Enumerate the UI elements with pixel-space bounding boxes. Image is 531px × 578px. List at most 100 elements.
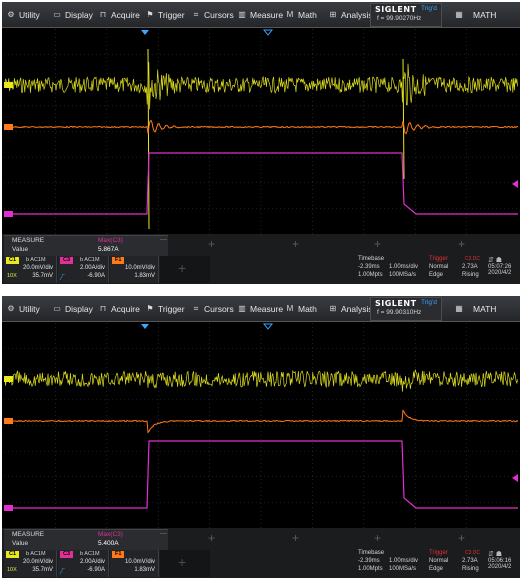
cursor-icon: ⌗ — [193, 9, 199, 19]
math-f1-tag: F1 — [112, 551, 125, 558]
trigger-level-marker[interactable] — [512, 474, 518, 482]
channel-1-scale: 20.0mV/div — [22, 265, 53, 271]
trigger-status: Trig'd — [421, 299, 437, 306]
graticule — [4, 323, 518, 528]
add-measure-icon[interactable]: + — [208, 531, 215, 545]
timebase-scale[interactable]: 1.00ms/div — [389, 264, 418, 270]
clock: 05:06:16 2020/4/2 — [488, 558, 511, 570]
add-channel-icon: + — [178, 554, 187, 570]
menu-bar: ⚙ Utility ▭ Display ⊓ Acquire ⚑ Trigger ⌗ Cur… — [2, 296, 520, 322]
menu-trigger[interactable]: ⚑ Trigger — [145, 296, 184, 321]
menu-measure-label: Measure — [250, 9, 284, 20]
wrench-icon: ⚙ — [7, 304, 15, 313]
menu-display[interactable]: ▭ Display — [52, 296, 93, 321]
timebase-delay[interactable]: -2.39ms — [358, 558, 380, 564]
clock-date: 2020/4/2 — [488, 564, 512, 570]
status-bar: MEASURE Max(C3) Value 5.400A — + + + + C… — [2, 528, 520, 578]
close-icon[interactable]: — — [160, 530, 167, 537]
trigger-mode[interactable]: Normal — [429, 558, 448, 564]
menu-math-label: Math — [298, 9, 317, 20]
menu-measure[interactable]: ▥ Measure — [237, 296, 283, 321]
measure-panel[interactable]: MEASURE Max(C3) Value 5.867A — — [4, 235, 168, 256]
math-icon: M — [286, 304, 294, 313]
menu-math-right[interactable]: ▦ MATH — [454, 296, 496, 321]
grid-icon: ▦ — [455, 10, 463, 19]
delay-marker[interactable] — [262, 323, 274, 330]
waveform-icon: ∕‾ — [61, 275, 65, 282]
menu-utility[interactable]: ⚙ Utility — [6, 296, 39, 321]
trigger-slope[interactable]: Rising — [462, 272, 479, 278]
trigger-position-marker[interactable] — [141, 324, 149, 329]
trigger-source: C3 DC — [465, 256, 481, 262]
menu-acquire[interactable]: ⊓ Acquire — [98, 296, 140, 321]
channel-1-panel[interactable]: C1 b AC1M 20.0mV/div 10X 35.7mV — [4, 256, 57, 283]
add-channel-box[interactable]: + — [160, 550, 210, 577]
clock-date: 2020/4/2 — [488, 270, 512, 276]
clock: 05:07:26 2020/4/2 — [488, 264, 511, 276]
channel-3-coupling: b AC1M — [80, 257, 100, 263]
math-f1-scale: 10.0mV/div — [124, 265, 155, 271]
add-measure-icon[interactable]: + — [292, 531, 299, 545]
add-channel-box[interactable]: + — [160, 256, 210, 283]
channel-3-coupling: b AC1M — [80, 551, 100, 557]
graticule — [4, 29, 518, 234]
brand-logo: SIGLENT — [375, 299, 417, 308]
channel-1-panel[interactable]: C1 b AC1M 20.0mV/div 10X 35.7mV — [4, 550, 57, 577]
menu-utility[interactable]: ⚙ Utility — [6, 2, 39, 27]
math-f1-scale: 10.0mV/div — [124, 559, 155, 565]
math-f1-marker[interactable] — [4, 124, 13, 130]
trigger-source: C3 DC — [465, 550, 481, 556]
add-measure-icon[interactable]: + — [292, 237, 299, 251]
trigger-title: Trigger — [429, 256, 448, 262]
measure-panel[interactable]: MEASURE Max(C3) Value 5.400A — — [4, 529, 168, 550]
channel-3-panel[interactable]: C3 b AC1M 2.00A/div ∕‾ -6.90A — [58, 256, 109, 283]
trigger-level[interactable]: 2.73A — [462, 264, 478, 270]
cursor-icon: ⌗ — [193, 303, 199, 313]
trigger-level-marker[interactable] — [512, 180, 518, 188]
menu-cursors[interactable]: ⌗ Cursors — [191, 296, 234, 321]
close-icon[interactable]: — — [160, 236, 167, 243]
channel-1-marker[interactable] — [4, 376, 13, 382]
trigger-frequency: f = 99.90310Hz — [377, 309, 422, 316]
menu-measure[interactable]: ▥ Measure — [237, 2, 283, 27]
trigger-type[interactable]: Edge — [429, 566, 443, 572]
menu-analysis[interactable]: ⊞ Analysis — [328, 296, 373, 321]
menu-trigger[interactable]: ⚑ Trigger — [145, 2, 184, 27]
math-f1-marker[interactable] — [4, 418, 13, 424]
math-f1-panel[interactable]: F1 10.0mV/div 1.83mV — [110, 256, 159, 283]
channel-3-panel[interactable]: C3 b AC1M 2.00A/div ∕‾ -6.90A — [58, 550, 109, 577]
channel-3-marker[interactable] — [4, 211, 13, 217]
menu-math-right[interactable]: ▦ MATH — [454, 2, 496, 27]
menu-math[interactable]: M Math — [285, 2, 317, 27]
timebase-scale[interactable]: 1.00ms/div — [389, 558, 418, 564]
bar-chart-icon: ▥ — [238, 10, 246, 19]
add-measure-icon[interactable]: + — [208, 237, 215, 251]
trigger-slope[interactable]: Rising — [462, 566, 479, 572]
channel-1-marker[interactable] — [4, 82, 13, 88]
menu-bar: ⚙ Utility ▭ Display ⊓ Acquire ⚑ Trigger ⌗ Cur… — [2, 2, 520, 28]
add-measure-icon[interactable]: + — [458, 531, 465, 545]
menu-cursors[interactable]: ⌗ Cursors — [191, 2, 234, 27]
menu-acquire[interactable]: ⊓ Acquire — [98, 2, 140, 27]
measure-source: Max(C3) — [98, 237, 123, 244]
menu-analysis-label: Analysis — [341, 303, 373, 314]
sample-rate: 100MSa/s — [389, 566, 417, 572]
menu-analysis[interactable]: ⊞ Analysis — [328, 2, 373, 27]
math-f1-panel[interactable]: F1 10.0mV/div 1.83mV — [110, 550, 159, 577]
channel-3-offset: -6.90A — [87, 567, 105, 573]
analysis-icon: ⊞ — [329, 10, 337, 19]
menu-math[interactable]: M Math — [285, 296, 317, 321]
add-measure-icon[interactable]: + — [374, 531, 381, 545]
add-measure-icon[interactable]: + — [458, 237, 465, 251]
menu-display[interactable]: ▭ Display — [52, 2, 93, 27]
sample-rate: 100MSa/s — [389, 272, 417, 278]
trigger-mode[interactable]: Normal — [429, 264, 448, 270]
channel-1-trace — [4, 369, 518, 392]
trigger-position-marker[interactable] — [141, 30, 149, 35]
add-measure-icon[interactable]: + — [374, 237, 381, 251]
trigger-level[interactable]: 2.73A — [462, 558, 478, 564]
timebase-delay[interactable]: -2.39ms — [358, 264, 380, 270]
trigger-type[interactable]: Edge — [429, 272, 443, 278]
delay-marker[interactable] — [262, 29, 274, 36]
channel-3-marker[interactable] — [4, 505, 13, 511]
